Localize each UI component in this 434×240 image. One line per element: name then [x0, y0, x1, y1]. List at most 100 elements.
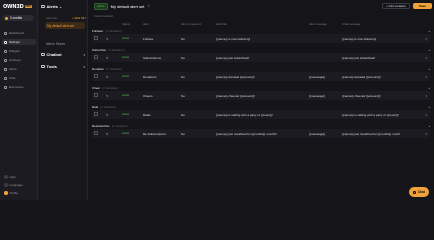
chevron-down-icon[interactable]: ▾: [425, 56, 427, 60]
row-respond: No: [181, 131, 185, 136]
chevron-down-icon[interactable]: ▾: [425, 94, 427, 98]
save-button[interactable]: Save: [413, 3, 432, 9]
table-row[interactable]: ✎ Active Follows No {{name}} is now followin…: [92, 34, 430, 43]
row-checkbox[interactable]: [94, 112, 98, 116]
row-chat-message: {{name}} just resubbed for {{months}} mo…: [342, 131, 400, 136]
row-respond: No: [181, 36, 185, 41]
new-set-button[interactable]: + NEW SET: [72, 17, 86, 20]
pro-tag: PRO: [24, 5, 33, 8]
group-name: Resubscriber: [92, 123, 110, 128]
row-respond: No: [181, 74, 185, 79]
row-chat-message: {{name}} cheered {{amount}}!: [342, 93, 381, 98]
nav-item-settings[interactable]: Settings: [2, 39, 36, 45]
nav-help[interactable]: Help: [2, 174, 36, 180]
table-header: Status Alert Alert to respond Alert titl…: [92, 21, 430, 27]
row-alert: Cheers: [143, 93, 153, 98]
credits-label: 0 credits: [10, 16, 23, 20]
puzzle-icon: [4, 85, 7, 89]
home-icon: [4, 31, 7, 35]
row-respond: No: [181, 93, 185, 98]
table-row[interactable]: ✎ Active Cheers No {{name}} cheered {{amount…: [92, 91, 430, 100]
chevron-down-icon[interactable]: ▾: [425, 37, 427, 41]
chevron-up-icon: ▴: [428, 123, 430, 128]
group-count: (1 Variation): [106, 66, 123, 71]
credits-button[interactable]: 0 credits: [3, 15, 34, 21]
chevron-up-icon: ▴: [59, 4, 62, 9]
nav-label: Dashboard: [9, 31, 24, 35]
nav-item-alerts[interactable]: Alerts: [2, 66, 36, 72]
row-checkbox[interactable]: [94, 93, 98, 97]
alert-set-label: My default alert set: [47, 23, 74, 28]
row-status: Active: [122, 94, 130, 97]
col-alert: Alert: [143, 22, 149, 26]
nav-item-widgets[interactable]: Widgets: [2, 48, 36, 54]
app: OWN3D PRO 0 credits Dashboard Settings W…: [0, 0, 434, 200]
nav-label: Extensions: [9, 85, 24, 89]
nav-language[interactable]: Language: [2, 182, 36, 188]
nav-profile[interactable]: Profile: [2, 190, 36, 196]
edit-icon[interactable]: ✎: [106, 132, 122, 136]
row-message: {{message}}: [309, 131, 326, 136]
row-alert: Raids: [143, 112, 151, 117]
row-title: {{name}} is raiding with a party of {{co…: [216, 112, 273, 117]
nav-item-dashboard[interactable]: Dashboard: [2, 30, 36, 36]
chevron-down-icon[interactable]: ▾: [425, 132, 427, 136]
group-header[interactable]: Resubscriber (1 Variation) ▴: [92, 123, 430, 128]
add-variation-button[interactable]: + Add variation: [382, 3, 410, 9]
chevron-down-icon[interactable]: ▾: [425, 75, 427, 79]
edit-icon[interactable]: ✎: [106, 113, 122, 117]
chatbot-icon: [41, 52, 45, 57]
chat-icon: [413, 190, 417, 194]
section-title: Chatbot: [46, 52, 62, 57]
table-row[interactable]: ✎ Active Subscriptions No {{name}} just subs…: [92, 53, 430, 62]
help-icon: [4, 175, 8, 179]
row-chat-message: {{name}} donated {{amount}}!: [342, 74, 381, 79]
chat-button[interactable]: Chat: [409, 187, 429, 197]
merch-stores-item[interactable]: Merch Stores: [46, 42, 65, 46]
alert-sets-header: Alert sets + NEW SET: [46, 17, 86, 20]
tools-icon: [41, 64, 45, 69]
group-header[interactable]: Cheer (1 Variation) ▴: [92, 85, 430, 90]
group-header[interactable]: Donation (1 Variation) ▴: [92, 66, 430, 71]
row-title: {{name}} cheered {{amount}}!: [216, 93, 255, 98]
edit-icon[interactable]: ✎: [147, 4, 150, 8]
item-label: Merch Stores: [46, 42, 65, 46]
edit-icon[interactable]: ✎: [106, 75, 122, 79]
table-row[interactable]: ✎ Active Re-Subscriptions No {{name}} just r…: [92, 129, 430, 138]
alert-sets-label: Alert sets: [46, 17, 57, 20]
table-row[interactable]: ✎ Active Donations No {{name}} donated {{amo…: [92, 72, 430, 81]
nav-label: Profile: [9, 191, 19, 195]
chatbot-section[interactable]: Chatbot ▾: [41, 52, 85, 57]
col-chat-message: Chat message: [342, 22, 361, 26]
group-header[interactable]: Follower (1 Variation) ▴: [92, 28, 430, 33]
edit-icon[interactable]: ✎: [106, 94, 122, 98]
group-header[interactable]: Subscriber (1 Variation) ▴: [92, 47, 430, 52]
bell-icon: [4, 67, 7, 71]
tools-section[interactable]: Tools ▾: [41, 64, 85, 69]
logo[interactable]: OWN3D PRO: [3, 3, 34, 10]
row-chat-message: {{name}} is now following!: [342, 36, 377, 41]
col-alert-message: Alert message: [309, 22, 327, 26]
chevron-down-icon[interactable]: ▾: [425, 113, 427, 117]
table-row[interactable]: ✎ Active Raids No {{name}} is raiding with a…: [92, 110, 430, 119]
group-header[interactable]: Raid (1 Variation) ▴: [92, 104, 430, 109]
edit-icon[interactable]: ✎: [106, 37, 122, 41]
row-alert: Re-Subscriptions: [143, 131, 166, 136]
row-checkbox[interactable]: [94, 74, 98, 78]
bell-icon: [41, 4, 45, 9]
nav-item-overlays[interactable]: Overlays: [2, 57, 36, 63]
row-title: {{name}} just resubbed for {{months}} mo…: [216, 131, 277, 136]
row-alert: Follows: [143, 36, 154, 41]
chat-label: Chat: [417, 190, 425, 194]
alert-set-item-active[interactable]: My default alert set: [45, 22, 85, 29]
row-checkbox[interactable]: [94, 36, 98, 40]
nav-item-extensions[interactable]: Extensions: [2, 84, 36, 90]
nav-item-chat[interactable]: Chat: [2, 75, 36, 81]
group-name: Raid: [92, 104, 99, 109]
alerts-section-header[interactable]: Alerts ▴: [41, 4, 61, 9]
row-status: Active: [122, 56, 130, 59]
row-checkbox[interactable]: [94, 55, 98, 59]
row-checkbox[interactable]: [94, 131, 98, 135]
edit-icon[interactable]: ✎: [106, 56, 122, 60]
group-count: (1 Variation): [102, 85, 119, 90]
